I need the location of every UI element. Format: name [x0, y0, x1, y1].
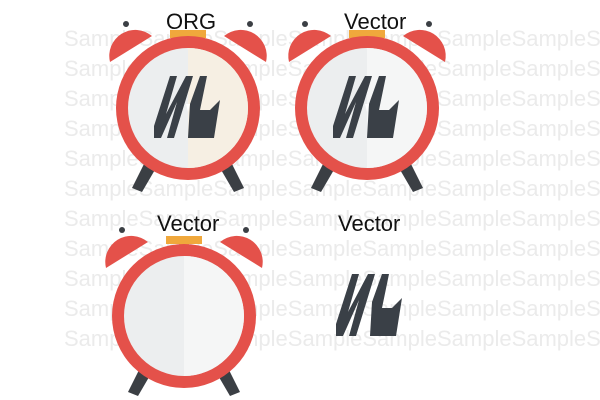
alarm-clock-vector	[283, 16, 451, 196]
alarm-clock-icon	[109, 21, 267, 192]
alarm-clock-icon	[288, 21, 446, 192]
alarm-clock-original	[104, 16, 272, 196]
nl-logo-icon	[336, 274, 402, 336]
alarm-clock-empty-vector	[100, 224, 268, 400]
panel-label: Vector	[338, 211, 401, 236]
alarm-clock-icon	[105, 227, 263, 396]
logo-vector	[330, 268, 410, 344]
